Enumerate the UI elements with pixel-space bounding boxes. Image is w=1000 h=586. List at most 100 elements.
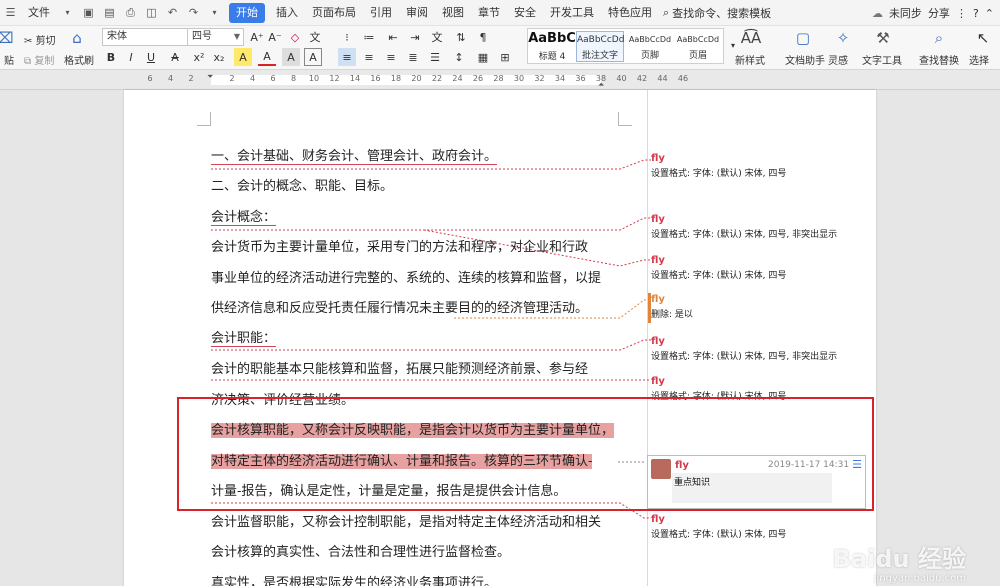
doc-line[interactable]: 会计货币为主要计量单位，采用专门的方法和程序，对企业和行政 [211,237,588,259]
doc-line[interactable]: 二、会计的概念、职能、目标。 [211,176,393,198]
export-pdf-icon[interactable]: ▤ [101,5,118,21]
borders-icon[interactable]: ⊞ [496,48,514,66]
right-indent-marker-icon[interactable]: ⏶ [598,80,604,90]
tab-special[interactable]: 特色应用 [601,3,659,23]
distribute-icon[interactable]: ☰ [426,48,444,66]
text-tools-icon[interactable]: ⚒ [872,28,894,48]
find-replace-icon[interactable]: ⌕ [928,28,950,48]
doc-assistant-label[interactable]: 文档助手 [785,52,825,67]
grow-font-icon[interactable]: A⁺ [248,28,266,46]
revision-comment[interactable]: fly 设置格式: 字体: (默认) 宋体, 四号 [651,255,786,281]
bold-icon[interactable]: B [102,48,120,66]
bullets-icon[interactable]: ⁝ [338,28,356,46]
align-center-icon[interactable]: ≡ [360,48,378,66]
shrink-font-icon[interactable]: A⁻ [266,28,284,46]
font-size-select[interactable]: 四号 ▼ [187,28,244,46]
doc-line[interactable]: 会计监督职能，又称会计控制职能，是指对特定主体经济活动和相关 [211,512,601,534]
cut-button[interactable]: ✂ 剪切 [24,32,56,47]
doc-line[interactable]: 供经济信息和反应受托责任履行情况未主要目的的经济管理活动。 [211,298,588,320]
doc-assistant-icon[interactable]: ▢ [792,28,814,48]
subscript-icon[interactable]: x₂ [210,48,228,66]
doc-line[interactable]: 真实性，是否根据实际发生的经济业务事项进行。 [211,573,497,586]
redo-icon[interactable]: ↷ [185,5,202,21]
print-icon[interactable]: ⎙ [122,5,139,21]
superscript-icon[interactable]: x² [190,48,208,66]
copy-button[interactable]: ⧉ 复制 [24,52,54,67]
style-header[interactable]: AaBbCcDd 页眉 [674,31,722,61]
sort-icon[interactable]: ⇅ [452,28,470,46]
style-comment-text[interactable]: AaBbCcDd 批注文字 [576,31,624,62]
italic-icon[interactable]: I [122,48,140,66]
clear-format-icon[interactable]: ◇ [286,28,304,46]
justify-icon[interactable]: ≣ [404,48,422,66]
format-painter-label[interactable]: 格式刷 [64,52,94,67]
doc-line[interactable]: 会计概念： [211,207,276,229]
doc-line[interactable]: 会计核算的真实性、合法性和合理性进行监督检查。 [211,542,510,564]
tab-page-layout[interactable]: 页面布局 [305,3,363,23]
revision-comment[interactable]: fly 设置格式: 字体: (默认) 宋体, 四号, 非突出显示 [651,336,837,362]
document-page[interactable]: 一、会计基础、财务会计、管理会计、政府会计。 二、会计的概念、职能、目标。 会计… [124,90,876,586]
select-label[interactable]: 选择 [969,52,989,67]
new-style-icon[interactable]: A͡A [740,28,762,48]
horizontal-ruler[interactable]: 6 4 2 2 4 6 8 10 12 14 16 18 20 22 24 26 28 30 32 34 36 38 40 4… [0,70,1000,90]
tab-developer[interactable]: 开发工具 [543,3,601,23]
tab-security[interactable]: 安全 [507,3,543,23]
char-border-icon[interactable]: A [304,48,322,66]
text-tools-label[interactable]: 文字工具 [862,52,902,67]
revision-comment[interactable]: fly 设置格式: 字体: (默认) 宋体, 四号, 非突出显示 [651,214,837,240]
format-painter-icon[interactable]: ⌂ [66,28,88,48]
menu-file[interactable]: 文件 [21,3,57,23]
tab-insert[interactable]: 插入 [269,3,305,23]
numbering-icon[interactable]: ≔ [360,28,378,46]
customize-icon[interactable]: ▾ [206,5,223,21]
inspiration-label[interactable]: 灵感 [828,52,848,67]
phonetic-icon[interactable]: 文 [306,28,324,46]
shading-icon[interactable]: ▦ [474,48,492,66]
find-replace-label[interactable]: 查找替换 [919,52,959,67]
collapse-icon[interactable]: ⌃ [985,7,994,20]
line-spacing-icon[interactable]: ↕ [450,48,468,66]
outdent-icon[interactable]: ⇤ [384,28,402,46]
char-shading-icon[interactable]: A [282,48,300,66]
underline-icon[interactable]: U [142,48,160,66]
preview-icon[interactable]: ◫ [143,5,160,21]
revision-comment[interactable]: fly 设置格式: 字体: (默认) 宋体, 四号 [651,514,786,540]
hamburger-icon[interactable]: ☰ [2,5,19,21]
highlight-icon[interactable]: A [234,48,252,66]
doc-line[interactable]: 会计的职能基本只能核算和监督，拓展只能预测经济前景、参与经 [211,359,588,381]
select-icon[interactable]: ↖ [972,28,994,48]
indent-marker-icon[interactable]: ⏷ [207,72,213,82]
sync-status[interactable]: 未同步 [889,5,922,21]
paste-icon[interactable]: ⌧ [0,28,16,48]
align-right-icon[interactable]: ≡ [382,48,400,66]
doc-line[interactable]: 事业单位的经济活动进行完整的、系统的、连续的核算和监督，以提 [211,268,601,290]
tab-section[interactable]: 章节 [471,3,507,23]
share-button[interactable]: 分享 [928,5,950,21]
new-style-label[interactable]: 新样式 [735,52,765,67]
indent-icon[interactable]: ⇥ [406,28,424,46]
doc-line[interactable]: 一、会计基础、财务会计、管理会计、政府会计。 [211,146,497,168]
align-left-icon[interactable]: ≡ [338,48,356,66]
tab-start[interactable]: 开始 [229,2,265,23]
tab-references[interactable]: 引用 [363,3,399,23]
style-footer[interactable]: AaBbCcDd 页脚 [626,31,674,61]
chinese-layout-icon[interactable]: 文 [428,28,446,46]
save-icon[interactable]: ▣ [80,5,97,21]
inspiration-icon[interactable]: ✧ [832,28,854,48]
more-icon[interactable]: ⋮ [956,7,967,20]
help-icon[interactable]: ? [973,7,979,20]
tab-review[interactable]: 审阅 [399,3,435,23]
revision-comment[interactable]: fly 设置格式: 字体: (默认) 宋体, 四号 [651,153,786,179]
command-search[interactable]: ⌕ 查找命令、搜索模板 [663,5,771,21]
tab-view[interactable]: 视图 [435,3,471,23]
strikethrough-icon[interactable]: A [166,48,184,66]
style-comment-text-name: 批注文字 [581,51,618,61]
undo-icon[interactable]: ↶ [164,5,181,21]
doc-line[interactable]: 会计职能： [211,328,276,350]
show-marks-icon[interactable]: ¶ [474,28,492,46]
revision-comment[interactable]: fly 删除: 是以 [651,294,693,320]
style-heading4[interactable]: AaBbC 标题 4 [528,31,576,62]
paste-label[interactable]: 贴 [4,52,14,67]
chevron-down-icon[interactable]: ▾ [59,5,76,21]
font-color-icon[interactable]: A [258,48,276,66]
